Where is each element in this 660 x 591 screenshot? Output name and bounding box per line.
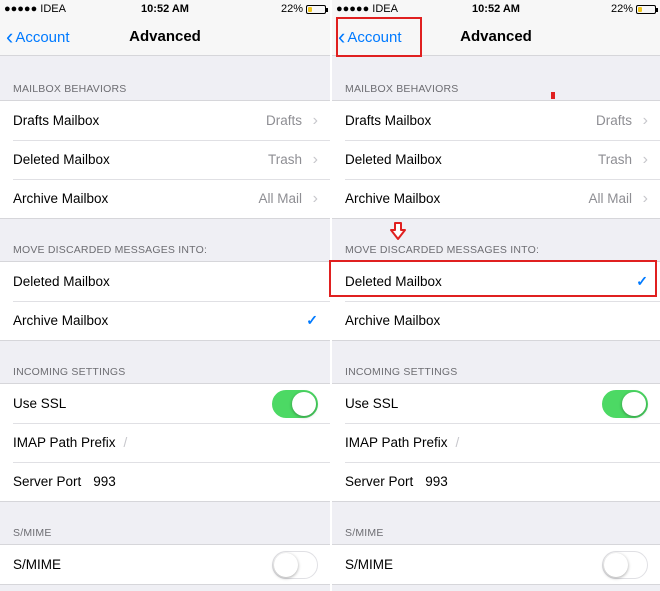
smime-toggle[interactable] — [272, 550, 318, 579]
row-label: S/MIME — [13, 557, 62, 572]
row-value: Drafts — [595, 113, 632, 128]
row-value: Drafts — [265, 113, 302, 128]
row-label: Server Port — [13, 474, 82, 489]
chevron-right-icon: › — [312, 111, 318, 129]
row-label: Archive Mailbox — [13, 191, 109, 206]
archive-mailbox-row[interactable]: Archive Mailbox All Mail › — [0, 179, 330, 218]
drafts-mailbox-row[interactable]: Drafts Mailbox Drafts › — [332, 101, 660, 140]
battery-icon — [636, 4, 658, 14]
row-label: Deleted Mailbox — [13, 274, 110, 289]
row-label: Server Port — [345, 474, 414, 489]
smime-row: S/MIME — [0, 545, 330, 584]
left-screen: ●●●●● IDEA 10:52 AM 22% ‹ Account Advanc… — [0, 0, 330, 591]
server-port-input[interactable]: 993 — [425, 474, 448, 489]
status-bar: ●●●●● IDEA 10:52 AM 22% — [0, 0, 330, 18]
smime-toggle[interactable] — [602, 550, 648, 579]
section-header-incoming: INCOMING SETTINGS — [13, 366, 126, 378]
imap-path-prefix-row[interactable]: IMAP Path Prefix / — [332, 423, 660, 462]
chevron-right-icon: › — [642, 150, 648, 168]
option-deleted-mailbox[interactable]: Deleted Mailbox — [0, 262, 330, 301]
smime-row: S/MIME — [332, 545, 660, 584]
battery-status: 22% — [610, 3, 658, 15]
row-label: Drafts Mailbox — [13, 113, 100, 128]
server-port-row[interactable]: Server Port 993 — [332, 462, 660, 501]
row-label: Use SSL — [13, 396, 67, 411]
imap-path-prefix-row[interactable]: IMAP Path Prefix / — [0, 423, 330, 462]
row-label: Archive Mailbox — [13, 313, 109, 328]
deleted-mailbox-row[interactable]: Deleted Mailbox Trash › — [0, 140, 330, 179]
row-label: Deleted Mailbox — [13, 152, 110, 167]
drafts-mailbox-row[interactable]: Drafts Mailbox Drafts › — [0, 101, 330, 140]
status-bar: ●●●●● IDEA 10:52 AM 22% — [332, 0, 660, 18]
battery-icon — [306, 4, 328, 14]
server-port-input[interactable]: 993 — [93, 474, 116, 489]
section-header-smime: S/MIME — [345, 527, 384, 539]
row-label: S/MIME — [345, 557, 394, 572]
incoming-settings-group: Use SSL IMAP Path Prefix / Server Port 9… — [332, 383, 660, 502]
archive-mailbox-row[interactable]: Archive Mailbox All Mail › — [332, 179, 660, 218]
annotation-marker — [551, 92, 555, 99]
server-port-row[interactable]: Server Port 993 — [0, 462, 330, 501]
imap-path-prefix-input[interactable]: / — [124, 435, 128, 450]
row-value: Trash — [597, 152, 632, 167]
row-label: Use SSL — [345, 396, 399, 411]
battery-status: 22% — [280, 3, 328, 15]
option-archive-mailbox[interactable]: Archive Mailbox — [332, 301, 660, 340]
section-header-move-discarded: MOVE DISCARDED MESSAGES INTO: — [345, 244, 540, 256]
incoming-settings-group: Use SSL IMAP Path Prefix / Server Port 9… — [0, 383, 330, 502]
section-header-smime: S/MIME — [13, 527, 52, 539]
row-label: IMAP Path Prefix — [13, 435, 116, 450]
section-header-move-discarded: MOVE DISCARDED MESSAGES INTO: — [13, 244, 208, 256]
row-value: All Mail — [588, 191, 632, 206]
battery-percent: 22% — [280, 3, 303, 15]
page-title: Advanced — [129, 28, 201, 45]
mailbox-behaviors-group: Drafts Mailbox Drafts › Deleted Mailbox … — [0, 100, 330, 219]
navigation-bar: ‹ Account Advanced — [0, 18, 330, 56]
section-header-incoming: INCOMING SETTINGS — [345, 366, 458, 378]
deleted-mailbox-row[interactable]: Deleted Mailbox Trash › — [332, 140, 660, 179]
row-label: Archive Mailbox — [345, 191, 441, 206]
smime-group: S/MIME — [332, 544, 660, 585]
row-label: Archive Mailbox — [345, 313, 441, 328]
back-button-highlight — [336, 17, 422, 57]
row-value: Trash — [267, 152, 302, 167]
row-label: Drafts Mailbox — [345, 113, 432, 128]
chevron-right-icon: › — [312, 189, 318, 207]
option-archive-mailbox[interactable]: Archive Mailbox ✓ — [0, 301, 330, 340]
use-ssl-row: Use SSL — [332, 384, 660, 423]
use-ssl-toggle[interactable] — [602, 389, 648, 418]
use-ssl-toggle[interactable] — [272, 389, 318, 418]
section-header-mailbox-behaviors: MAILBOX BEHAVIORS — [345, 83, 459, 95]
chevron-right-icon: › — [312, 150, 318, 168]
chevron-right-icon: › — [642, 111, 648, 129]
checkmark-icon: ✓ — [306, 312, 318, 328]
row-value: All Mail — [258, 191, 302, 206]
move-discarded-group: Deleted Mailbox Archive Mailbox ✓ — [0, 261, 330, 341]
chevron-right-icon: › — [642, 189, 648, 207]
battery-percent: 22% — [610, 3, 633, 15]
mailbox-behaviors-group: Drafts Mailbox Drafts › Deleted Mailbox … — [332, 100, 660, 219]
section-header-mailbox-behaviors: MAILBOX BEHAVIORS — [13, 83, 127, 95]
arrow-down-icon — [390, 222, 406, 240]
smime-group: S/MIME — [0, 544, 330, 585]
row-label: IMAP Path Prefix — [345, 435, 448, 450]
imap-path-prefix-input[interactable]: / — [456, 435, 460, 450]
deleted-mailbox-highlight — [329, 260, 657, 297]
row-label: Deleted Mailbox — [345, 152, 442, 167]
use-ssl-row: Use SSL — [0, 384, 330, 423]
